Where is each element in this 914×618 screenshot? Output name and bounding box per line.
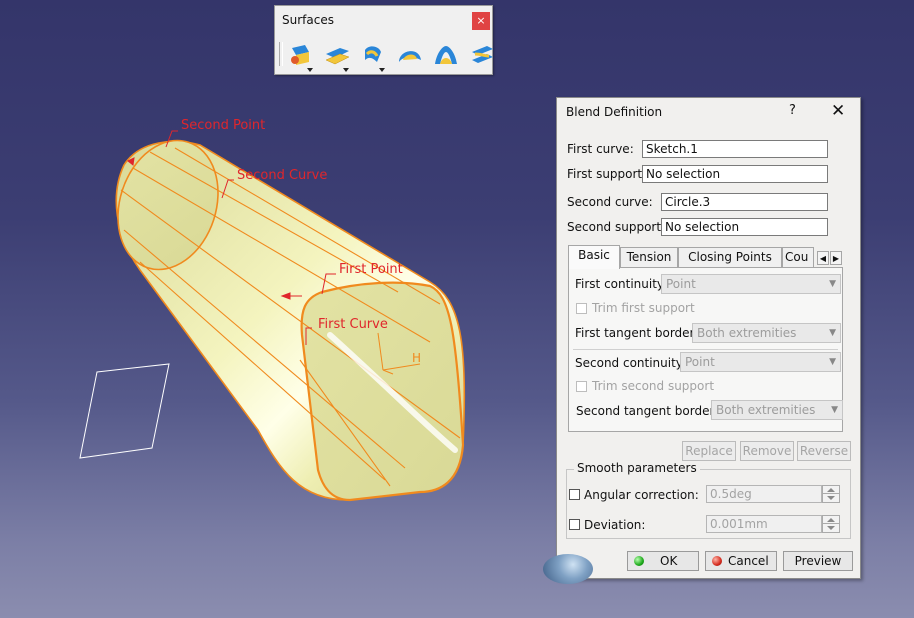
tab-scroll-right-icon[interactable]: ▶ bbox=[830, 251, 842, 265]
angular-correction-input[interactable]: 0.5deg bbox=[706, 485, 822, 503]
extrude-icon[interactable] bbox=[287, 40, 317, 74]
deviation-input[interactable]: 0.001mm bbox=[706, 515, 822, 533]
trim-first-support-checkbox[interactable] bbox=[576, 303, 587, 314]
ok-icon bbox=[634, 556, 644, 566]
first-tangent-borders-label: First tangent borders: bbox=[575, 326, 705, 340]
second-support-field[interactable]: No selection bbox=[661, 218, 828, 236]
chevron-down-icon: ▼ bbox=[829, 328, 836, 338]
multi-section-surface-icon[interactable] bbox=[431, 40, 461, 74]
trim-second-support-label: Trim second support bbox=[592, 379, 715, 393]
preview-button[interactable]: Preview bbox=[783, 551, 853, 571]
cancel-button[interactable]: Cancel bbox=[705, 551, 777, 571]
second-tangent-borders-select[interactable]: Both extremities ▼ bbox=[711, 400, 843, 420]
ok-button[interactable]: OK bbox=[627, 551, 699, 571]
second-continuity-select[interactable]: Point ▼ bbox=[680, 352, 841, 372]
divider bbox=[573, 349, 838, 350]
annotation-second-curve: Second Curve bbox=[237, 168, 327, 183]
tab-tension[interactable]: Tension bbox=[620, 247, 678, 268]
tab-couplings[interactable]: Cou bbox=[782, 247, 814, 268]
deviation-checkbox[interactable] bbox=[569, 519, 580, 530]
blend-icon[interactable] bbox=[467, 40, 497, 74]
sweep-icon[interactable] bbox=[359, 40, 389, 74]
toolbar-title: Surfaces bbox=[282, 13, 334, 27]
trim-first-support-label: Trim first support bbox=[592, 301, 695, 315]
tab-basic[interactable]: Basic bbox=[568, 245, 620, 269]
second-continuity-label: Second continuity: bbox=[575, 356, 687, 370]
annotation-second-point: Second Point bbox=[181, 118, 265, 133]
basic-tab-panel: First continuity: Point ▼ Trim first supp… bbox=[568, 267, 843, 432]
angular-correction-label: Angular correction: bbox=[584, 488, 699, 502]
first-curve-edge[interactable] bbox=[300, 281, 465, 502]
angular-correction-stepper[interactable] bbox=[822, 485, 840, 503]
toolbar-close-button[interactable]: × bbox=[472, 12, 490, 30]
offset-icon[interactable] bbox=[323, 40, 353, 74]
surfaces-toolbar[interactable]: Surfaces × bbox=[274, 5, 493, 75]
chevron-down-icon: ▼ bbox=[829, 357, 836, 367]
first-support-field[interactable]: No selection bbox=[642, 165, 828, 183]
blend-definition-dialog[interactable]: Blend Definition ? ✕ First curve: Sketch… bbox=[543, 97, 861, 584]
help-button[interactable]: ? bbox=[789, 103, 796, 118]
smooth-parameters-title: Smooth parameters bbox=[574, 461, 700, 475]
reverse-button[interactable]: Reverse bbox=[797, 441, 851, 461]
axis-label-h: H bbox=[412, 351, 421, 365]
replace-button[interactable]: Replace bbox=[682, 441, 736, 461]
fill-icon[interactable] bbox=[395, 40, 425, 74]
first-continuity-label: First continuity: bbox=[575, 277, 668, 291]
angular-correction-checkbox[interactable] bbox=[569, 489, 580, 500]
remove-button[interactable]: Remove bbox=[740, 441, 794, 461]
deviation-label: Deviation: bbox=[584, 518, 646, 532]
first-continuity-select[interactable]: Point ▼ bbox=[661, 274, 841, 294]
second-support-label: Second support: bbox=[567, 220, 666, 234]
second-curve-label: Second curve: bbox=[567, 195, 653, 209]
trim-second-support-checkbox[interactable] bbox=[576, 381, 587, 392]
chevron-down-icon: ▼ bbox=[829, 279, 836, 289]
dialog-title: Blend Definition bbox=[566, 105, 663, 119]
tab-closing-points[interactable]: Closing Points bbox=[678, 247, 782, 268]
first-curve-label: First curve: bbox=[567, 142, 634, 156]
tab-scroll-left-icon[interactable]: ◀ bbox=[817, 251, 829, 265]
annotation-first-curve: First Curve bbox=[318, 317, 388, 332]
first-tangent-borders-select[interactable]: Both extremities ▼ bbox=[692, 323, 841, 343]
second-curve-field[interactable]: Circle.3 bbox=[661, 193, 828, 211]
close-icon[interactable]: ✕ bbox=[831, 101, 845, 121]
annotation-first-point: First Point bbox=[339, 262, 403, 277]
globe-icon bbox=[543, 554, 593, 584]
deviation-stepper[interactable] bbox=[822, 515, 840, 533]
wireframe-plane[interactable] bbox=[79, 363, 170, 459]
cancel-icon bbox=[712, 556, 722, 566]
second-tangent-borders-label: Second tangent borders: bbox=[576, 404, 725, 418]
chevron-down-icon: ▼ bbox=[831, 405, 838, 415]
first-support-label: First support: bbox=[567, 167, 647, 181]
first-curve-field[interactable]: Sketch.1 bbox=[642, 140, 828, 158]
toolbar-grip[interactable] bbox=[279, 42, 283, 66]
